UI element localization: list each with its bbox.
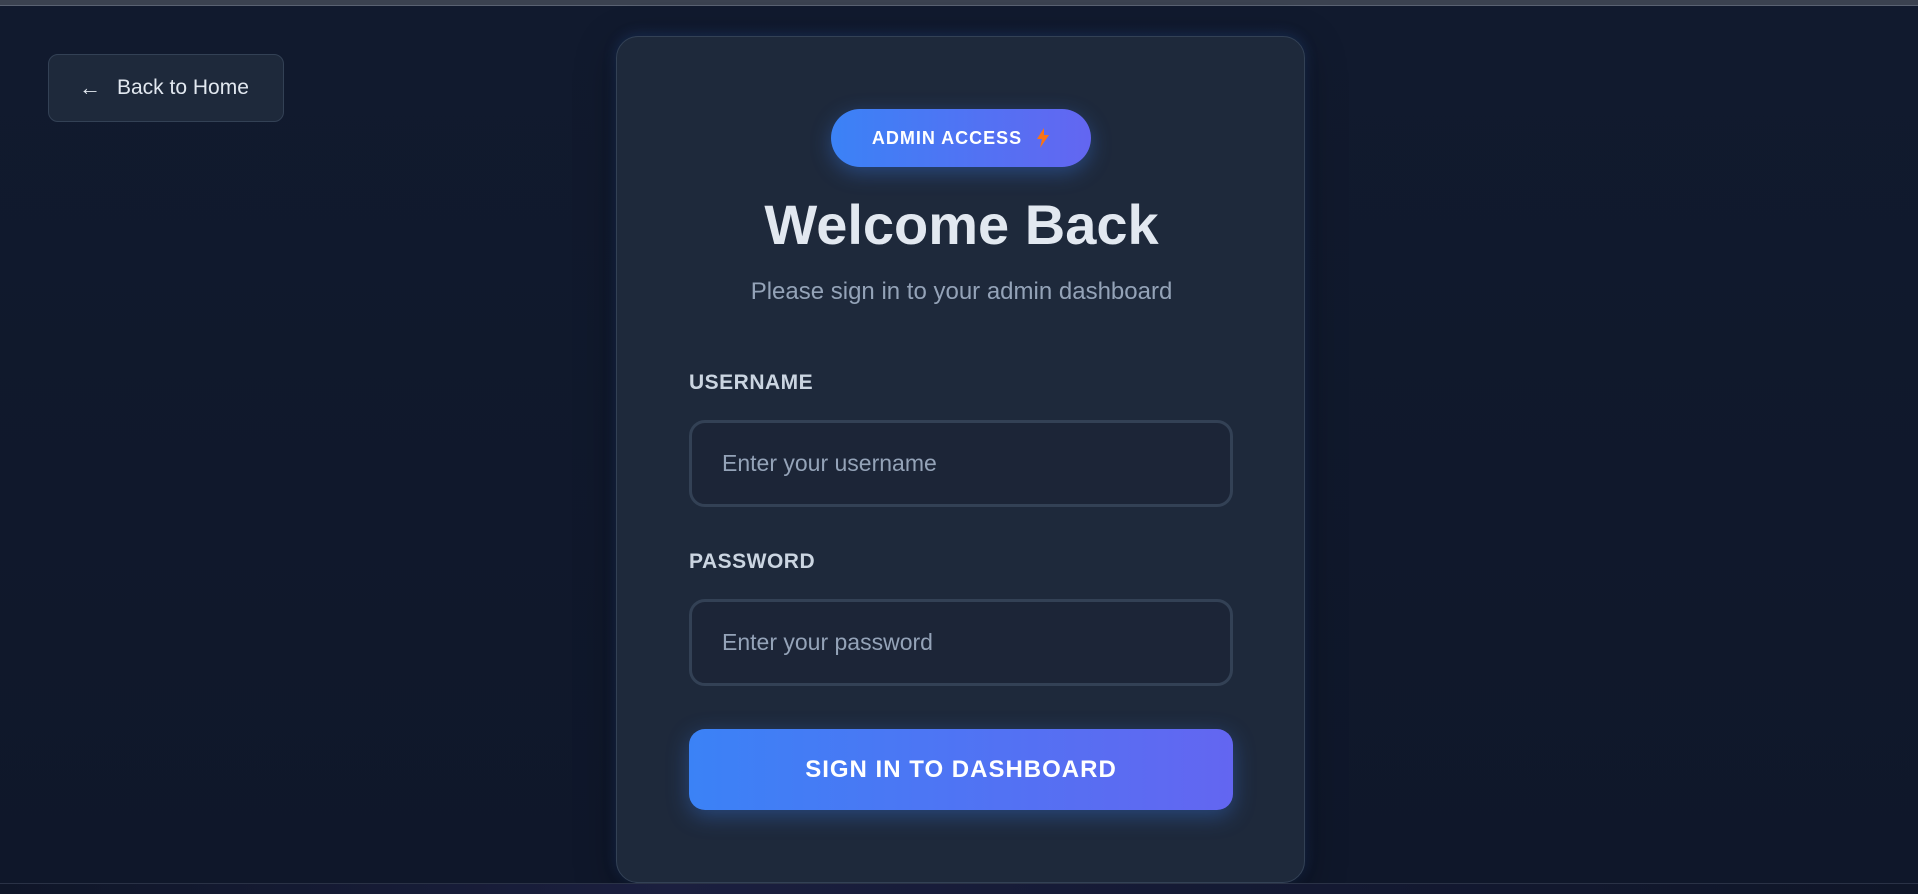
admin-access-badge-label: ADMIN ACCESS bbox=[871, 127, 1023, 148]
page-title: Welcome Back bbox=[764, 193, 1159, 256]
window-top-edge bbox=[0, 0, 1918, 6]
page-subtitle: Please sign in to your admin dashboard bbox=[750, 278, 1173, 305]
username-input[interactable] bbox=[689, 420, 1233, 507]
admin-access-badge: ADMIN ACCESS bbox=[831, 109, 1091, 167]
password-input[interactable] bbox=[689, 599, 1233, 686]
username-label: USERNAME bbox=[689, 371, 814, 394]
login-page: ← Back to Home ADMIN ACCESS Welcome Back… bbox=[0, 0, 1918, 894]
window-bottom-edge bbox=[0, 883, 1918, 894]
back-to-home-label: Back to Home bbox=[117, 76, 249, 99]
arrow-left-icon: ← bbox=[79, 75, 101, 100]
back-to-home-button[interactable]: ← Back to Home bbox=[48, 54, 284, 122]
lightning-bolt-icon bbox=[1036, 128, 1050, 148]
password-label: PASSWORD bbox=[689, 550, 816, 573]
login-card: ADMIN ACCESS Welcome Back Please sign in… bbox=[616, 36, 1305, 883]
sign-in-button[interactable]: SIGN IN TO DASHBOARD bbox=[689, 729, 1233, 810]
